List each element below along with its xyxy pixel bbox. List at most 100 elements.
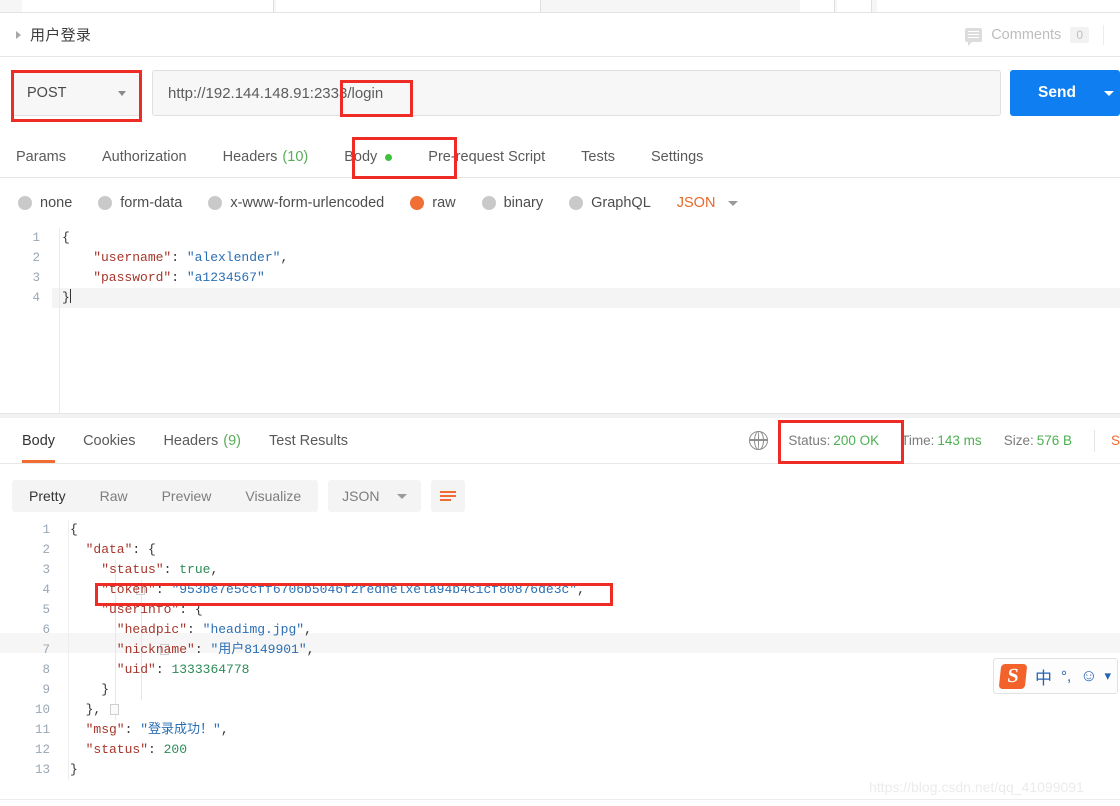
code-token: , [210, 562, 219, 577]
response-format-select[interactable]: JSON [328, 480, 421, 512]
code-line: "password": "a1234567" [62, 268, 1120, 288]
status-badge: Status: 200 OK [788, 433, 879, 448]
send-options-button[interactable] [1104, 70, 1120, 116]
response-tab-headers[interactable]: Headers (9) [149, 418, 255, 463]
body-type-label: form-data [120, 195, 183, 211]
code-line: "uid": 1333364778 [70, 660, 1120, 680]
body-type-label: GraphQL [591, 195, 651, 211]
size-badge: Size: 576 B [1004, 433, 1072, 448]
code-token: : { [179, 602, 203, 617]
request-body-editor[interactable]: 1 2 3 4 { "username": "alexlender", "passwo… [0, 228, 1120, 413]
line-number: 5 [42, 603, 50, 617]
url-bar: POST http://192.144.148.91:2333/login Se… [0, 58, 1120, 129]
code-line: "username": "alexlender", [62, 248, 1120, 268]
wrap-lines-button[interactable] [430, 480, 465, 512]
body-type-binary[interactable]: binary [481, 195, 543, 211]
tab-count: (9) [223, 432, 241, 449]
line-number: 8 [42, 663, 50, 677]
line-number: 3 [32, 271, 40, 285]
ime-more-icon[interactable]: ▾ [1105, 668, 1112, 684]
code-line: "status": 200 [70, 740, 1120, 760]
tab-body[interactable]: Body [326, 137, 410, 177]
tab-segment[interactable] [22, 0, 274, 12]
caret-right-icon[interactable] [16, 30, 21, 39]
code-token: "headpic" [70, 622, 188, 637]
code-token: : [124, 722, 141, 737]
raw-format-select[interactable]: JSON [677, 195, 739, 211]
response-tab-body[interactable]: Body [8, 418, 69, 463]
code-token: "953be7e5ccff6706b5046f2rednelxela94b4c1… [171, 582, 578, 597]
code-token: "data" [70, 542, 133, 557]
code-token: "status" [70, 562, 164, 577]
view-pretty[interactable]: Pretty [12, 480, 83, 512]
line-number: 4 [32, 291, 40, 305]
radio-icon [481, 196, 496, 210]
view-raw[interactable]: Raw [83, 480, 145, 512]
response-editor-gutter: 1 2 3 4 5 6 7 8 9 10 11 12 13 [0, 520, 62, 806]
comment-icon [965, 27, 983, 46]
code-line: "userinfo": { [70, 600, 1120, 620]
tab-segment[interactable] [877, 0, 1120, 12]
page-title: 用户登录 [30, 27, 92, 44]
body-type-x-www-form-urlencoded[interactable]: x-www-form-urlencoded [208, 195, 384, 211]
tab-tests[interactable]: Tests [563, 137, 633, 177]
view-visualize[interactable]: Visualize [228, 480, 318, 512]
radio-icon [569, 196, 584, 210]
tab-label: Authorization [101, 149, 187, 165]
tab-label: Params [16, 149, 66, 165]
size-label: Size: [1003, 433, 1034, 448]
tab-settings[interactable]: Settings [633, 137, 721, 177]
body-type-raw[interactable]: raw [410, 195, 456, 211]
tab-segment[interactable] [276, 0, 541, 12]
line-number: 12 [34, 743, 50, 757]
tab-pre-request-script[interactable]: Pre-request Script [410, 137, 563, 177]
body-type-label: none [40, 195, 73, 211]
code-token: : [171, 250, 187, 265]
line-number: 4 [42, 583, 50, 597]
body-type-graphql[interactable]: GraphQL [569, 195, 651, 211]
code-token: } [70, 682, 110, 697]
line-number: 7 [42, 643, 50, 657]
response-body-editor[interactable]: 1 2 3 4 5 6 7 8 9 10 11 12 13 { "data": { "status": … [0, 520, 1120, 806]
url-input[interactable]: http://192.144.148.91:2333/login [152, 70, 1001, 116]
tab-label: Test Results [269, 432, 348, 449]
code-token: { [62, 230, 70, 245]
tab-params[interactable]: Params [0, 137, 84, 177]
tab-headers[interactable]: Headers (10) [205, 137, 327, 177]
http-method-select[interactable]: POST [13, 70, 140, 116]
sogou-logo-icon[interactable]: S [998, 663, 1028, 689]
code-token: "msg" [70, 722, 125, 737]
code-token: : [171, 270, 187, 285]
body-type-form-data[interactable]: form-data [98, 195, 182, 211]
ime-emoji-button[interactable]: ☺ [1080, 666, 1097, 686]
url-value: http://192.144.148.91:2333/login [168, 84, 384, 102]
response-tab-test-results[interactable]: Test Results [255, 418, 362, 463]
tab-segment[interactable] [800, 0, 835, 12]
wrap-lines-icon [439, 491, 456, 501]
code-token: "uid" [70, 662, 156, 677]
ime-punctuation-toggle[interactable]: °, [1061, 668, 1071, 685]
globe-icon[interactable] [748, 430, 769, 450]
tab-authorization[interactable]: Authorization [84, 137, 205, 177]
response-format-value: JSON [342, 488, 380, 504]
tab-label: Body [344, 149, 378, 165]
code-token: "userinfo" [70, 602, 180, 617]
body-type-none[interactable]: none [18, 195, 72, 211]
code-token: { [70, 522, 78, 537]
code-token: "用户8149901" [210, 642, 307, 657]
code-token: "headimg.jpg" [202, 622, 305, 637]
radio-icon [208, 196, 223, 210]
response-tab-cookies[interactable]: Cookies [69, 418, 149, 463]
save-response-button[interactable]: S [1111, 433, 1120, 448]
code-token: : [194, 642, 211, 657]
view-label: Raw [99, 488, 128, 504]
ime-mode-toggle[interactable]: 中 [1035, 664, 1052, 689]
browser-tab-strip [0, 0, 1120, 13]
comments-area[interactable]: Comments 0 [965, 24, 1120, 46]
ime-toolbar[interactable]: S 中 °, ☺ ▾ [993, 658, 1119, 694]
code-line: "headpic": "headimg.jpg", [70, 620, 1120, 640]
view-preview[interactable]: Preview [145, 480, 229, 512]
tab-segment[interactable] [837, 0, 872, 12]
send-button[interactable]: Send [1010, 70, 1104, 116]
line-number: 2 [32, 251, 40, 265]
